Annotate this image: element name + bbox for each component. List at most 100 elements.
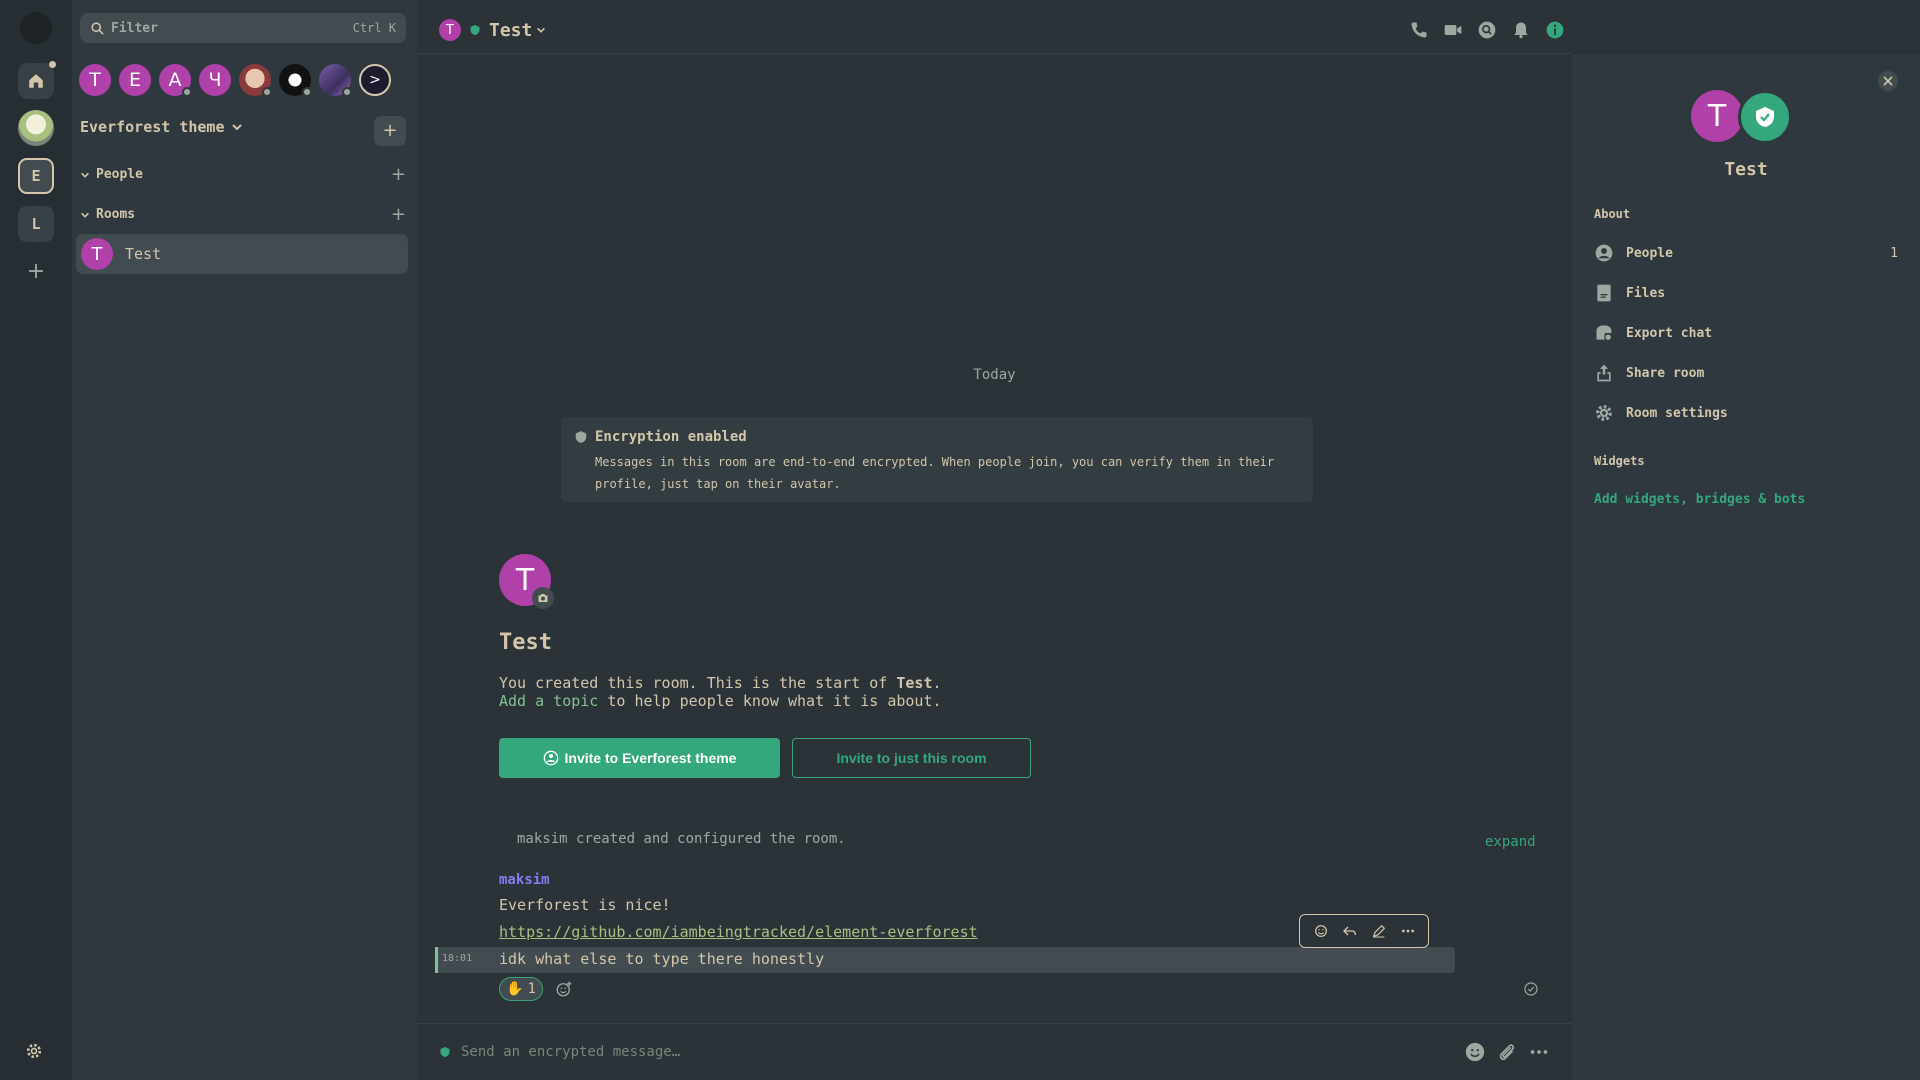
room-filter-input[interactable]: Filter Ctrl K: [80, 13, 406, 43]
room-tile-name: Test: [125, 245, 162, 263]
intro-line2-suffix: to help people know what it is about.: [598, 692, 942, 710]
export-chat-item[interactable]: Export chat: [1594, 321, 1898, 345]
reply-button[interactable]: [1342, 923, 1358, 939]
settings-icon: [1596, 405, 1612, 421]
composer-actions: [1464, 1041, 1550, 1063]
add-people-button[interactable]: +: [391, 164, 406, 185]
encryption-body: Messages in this room are end-to-end enc…: [595, 455, 1275, 491]
recent-room-avatar-image[interactable]: [319, 64, 352, 97]
reaction-count: 1: [527, 981, 536, 997]
share-room-item[interactable]: Share room: [1594, 361, 1898, 385]
quick-settings-gear-icon[interactable]: [24, 1041, 44, 1061]
attachment-icon[interactable]: [1496, 1041, 1518, 1063]
invite-to-room-button[interactable]: Invite to just this room: [792, 738, 1031, 778]
more-options-button[interactable]: [1400, 923, 1416, 939]
space-name-dropdown[interactable]: Everforest theme: [80, 118, 243, 136]
expand-summary-link[interactable]: expand: [1485, 834, 1536, 850]
space-l[interactable]: L: [18, 206, 54, 242]
add-room-button[interactable]: +: [391, 204, 406, 225]
files-item-label: Files: [1626, 285, 1666, 301]
add-reaction-icon[interactable]: [555, 980, 573, 998]
room-info-button[interactable]: [1538, 18, 1572, 42]
share-icon: [1597, 364, 1611, 382]
app-window: E L + Filter Ctrl K T E A Ч > Everforest…: [0, 0, 1920, 1080]
export-chat-label: Export chat: [1626, 325, 1713, 341]
room-header-actions: [1402, 18, 1572, 42]
recent-room-avatar[interactable]: T: [79, 64, 111, 96]
chevron-down-icon: [81, 212, 89, 218]
files-item[interactable]: Files: [1594, 281, 1898, 305]
invite-to-space-button[interactable]: Invite to Everforest theme: [499, 738, 780, 778]
room-list-panel: Filter Ctrl K T E A Ч > Everforest theme…: [72, 0, 417, 1080]
chevron-down-icon: [537, 27, 546, 33]
search-circle-icon: [1478, 21, 1496, 39]
add-user-icon: [543, 750, 558, 766]
search-icon: [91, 21, 104, 35]
user-avatar[interactable]: [20, 12, 52, 44]
search-room-button[interactable]: [1470, 18, 1504, 42]
reaction-pill[interactable]: ✋ 1: [499, 977, 543, 1001]
room-creation-summary: maksim created and configured the room.: [517, 831, 846, 847]
message-body: Everforest is nice!: [499, 896, 671, 914]
encryption-notice: Encryption enabled Messages in this room…: [561, 417, 1313, 502]
verified-shield-badge: [1738, 90, 1792, 144]
space-avatar-image[interactable]: [18, 110, 54, 146]
room-tile-test[interactable]: T Test: [76, 234, 408, 274]
room-header-name: Test: [489, 19, 533, 41]
shield-check-icon: [1756, 107, 1774, 127]
room-header-title-button[interactable]: T Test: [439, 19, 546, 41]
section-people-label: People: [96, 167, 143, 182]
recent-room-avatar-image[interactable]: [279, 64, 312, 97]
widgets-heading: Widgets: [1594, 454, 1645, 468]
read-receipt-check-icon[interactable]: [1523, 981, 1539, 997]
room-settings-label: Room settings: [1626, 405, 1728, 421]
bell-icon: [1514, 22, 1528, 39]
add-to-space-button[interactable]: +: [374, 116, 406, 146]
upload-avatar-button[interactable]: [532, 587, 554, 609]
section-rooms[interactable]: Rooms +: [80, 204, 406, 225]
room-intro-text: You created this room. This is the start…: [499, 674, 942, 710]
room-settings-item[interactable]: Room settings: [1594, 401, 1898, 425]
chevron-down-icon: [231, 124, 242, 131]
recent-room-avatar-image[interactable]: [239, 64, 272, 97]
file-icon: [1597, 284, 1611, 302]
filter-shortcut: Ctrl K: [352, 21, 396, 35]
presence-dot: [342, 87, 352, 97]
more-options-icon[interactable]: [1528, 1041, 1550, 1063]
presence-dot: [302, 87, 312, 97]
person-icon: [1595, 244, 1613, 262]
recent-room-avatar[interactable]: E: [119, 64, 151, 96]
voice-call-button[interactable]: [1402, 18, 1436, 42]
room-avatar: T: [81, 238, 113, 270]
room-intro-name: Test: [499, 630, 552, 655]
section-people[interactable]: People +: [80, 164, 406, 185]
close-icon: [1883, 76, 1893, 86]
create-space-button[interactable]: +: [24, 260, 48, 284]
video-camera-icon: [1444, 25, 1462, 35]
intro-line1-suffix: .: [932, 674, 942, 692]
close-panel-button[interactable]: [1878, 71, 1898, 91]
home-button[interactable]: [18, 61, 56, 99]
space-everforest[interactable]: E: [18, 158, 54, 194]
add-topic-link[interactable]: Add a topic: [499, 692, 598, 710]
recent-room-avatar[interactable]: A: [159, 64, 192, 97]
message-link[interactable]: https://github.com/iambeingtracked/eleme…: [499, 923, 978, 941]
room-summary-avatar: T: [1691, 90, 1743, 142]
message-sender[interactable]: maksim: [499, 872, 550, 888]
people-count: 1: [1890, 245, 1898, 261]
react-button[interactable]: [1313, 923, 1329, 939]
add-widgets-link[interactable]: Add widgets, bridges & bots: [1594, 492, 1805, 507]
home-icon: [29, 74, 43, 88]
notifications-button[interactable]: [1504, 18, 1538, 42]
video-call-button[interactable]: [1436, 18, 1470, 42]
about-heading: About: [1594, 207, 1631, 221]
people-item[interactable]: People 1: [1594, 241, 1898, 265]
emoji-icon[interactable]: [1464, 1041, 1486, 1063]
recent-room-avatar-image[interactable]: >: [359, 64, 391, 96]
message-timestamp[interactable]: 18:01: [442, 953, 472, 964]
message-input[interactable]: [461, 1044, 1464, 1060]
edit-button[interactable]: [1371, 923, 1387, 939]
recent-room-avatar[interactable]: Ч: [199, 64, 231, 96]
camera-icon: [538, 594, 548, 602]
chevron-down-icon: [81, 172, 89, 178]
